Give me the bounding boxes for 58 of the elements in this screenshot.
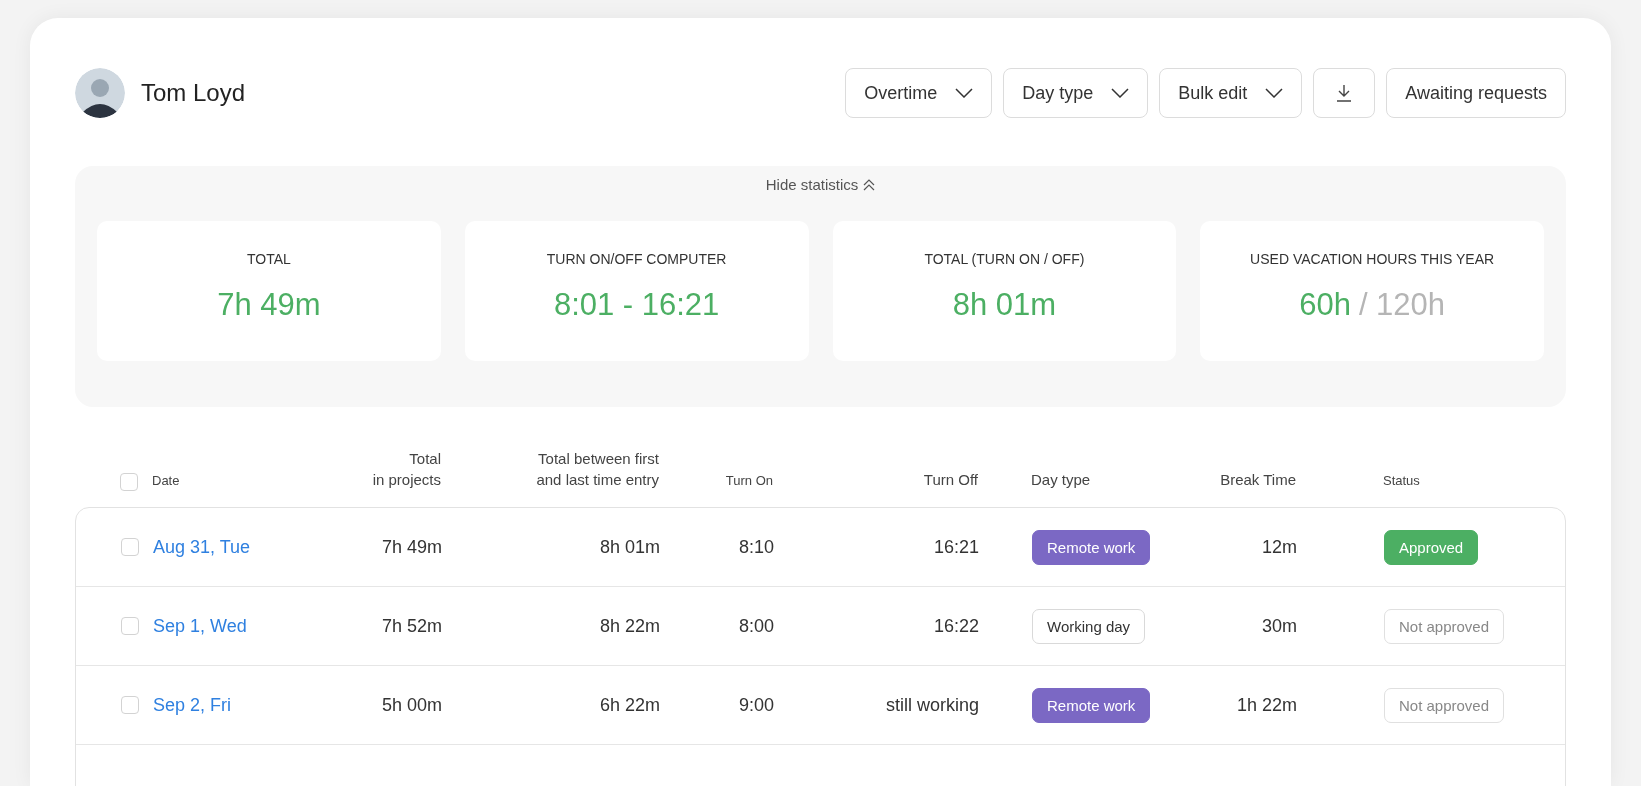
status-tag: Not approved	[1384, 608, 1505, 644]
table-cell-text: 8h 01m	[598, 536, 660, 558]
stat-value: 60h	[1299, 287, 1351, 323]
checkbox[interactable]	[121, 617, 139, 635]
table-cell-text: 16:21	[932, 536, 979, 558]
stat-value: 8h 01m	[952, 287, 1057, 323]
status-tag: Not approved	[1384, 687, 1505, 723]
column-header: Total between first and last time entry	[535, 448, 659, 491]
dropdown-button[interactable]: Overtime	[845, 68, 993, 118]
date-link[interactable]: Sep 2, Fri	[153, 694, 313, 716]
column-header: Turn Off	[922, 470, 978, 491]
stat-label: TOTAL (TURN ON / OFF)	[924, 251, 1085, 267]
table-cell-text: 6h 22m	[598, 694, 660, 716]
checkbox[interactable]	[121, 538, 139, 556]
table-cell-text: still working	[884, 694, 979, 716]
status-tag: Approved	[1384, 529, 1479, 565]
caret-icon	[1265, 88, 1284, 98]
column-header: Status	[1382, 472, 1421, 491]
date-link[interactable]: Aug 31, Tue	[153, 536, 313, 558]
stat-label: USED VACATION HOURS THIS YEAR	[1250, 251, 1495, 267]
download-icon	[1336, 84, 1353, 102]
column-header: Date	[152, 472, 181, 491]
awaiting-requests-button[interactable]: Awaiting requests	[1386, 68, 1566, 118]
day-type-tag: Working day	[1032, 608, 1146, 644]
double-chevron-icon	[863, 178, 876, 191]
table-cell-text: 7h 49m	[380, 536, 442, 558]
avatar-icon	[75, 68, 125, 118]
column-header: Break Time	[1219, 470, 1296, 491]
day-type-tag: Remote work	[1032, 687, 1151, 723]
column-header: Day type	[1030, 470, 1092, 491]
day-type-tag: Remote work	[1032, 529, 1151, 565]
column-header: Turn On	[724, 472, 773, 491]
stat-value: 7h 49m	[217, 287, 321, 323]
checkbox[interactable]	[121, 696, 139, 714]
table-cell-text: 8h 22m	[598, 615, 660, 637]
table-cell-text: 12m	[1261, 536, 1297, 558]
caret-icon	[1111, 88, 1130, 98]
table-cell-text: 16:22	[932, 615, 979, 637]
date-link[interactable]: Sep 1, Wed	[153, 615, 313, 637]
table-cell-text: 9:00	[737, 694, 774, 716]
checkbox[interactable]	[120, 473, 138, 491]
stat-label: TOTAL	[246, 251, 291, 267]
dropdown-button[interactable]: Bulk edit	[1159, 68, 1303, 118]
dropdown-button[interactable]: Day type	[1003, 68, 1149, 118]
user-name: Tom Loyd	[141, 79, 246, 107]
hide-statistics-toggle[interactable]: Hide statistics	[765, 176, 876, 193]
stat-value: 8:01 - 16:21	[553, 287, 720, 323]
table-cell-text: 8:10	[737, 536, 774, 558]
table-cell-text: 8:00	[737, 615, 774, 637]
table-cell-text: 5h 00m	[380, 694, 442, 716]
caret-icon	[955, 88, 974, 98]
stat-total: / 120h	[1358, 287, 1446, 323]
stat-label: TURN ON/OFF COMPUTER	[546, 251, 727, 267]
column-header: Total in projects	[371, 448, 441, 491]
table-cell-text: 1h 22m	[1235, 694, 1297, 716]
table-cell-text: 7h 52m	[380, 615, 442, 637]
download-button[interactable]	[1313, 68, 1376, 118]
table-cell-text: 30m	[1261, 615, 1297, 637]
